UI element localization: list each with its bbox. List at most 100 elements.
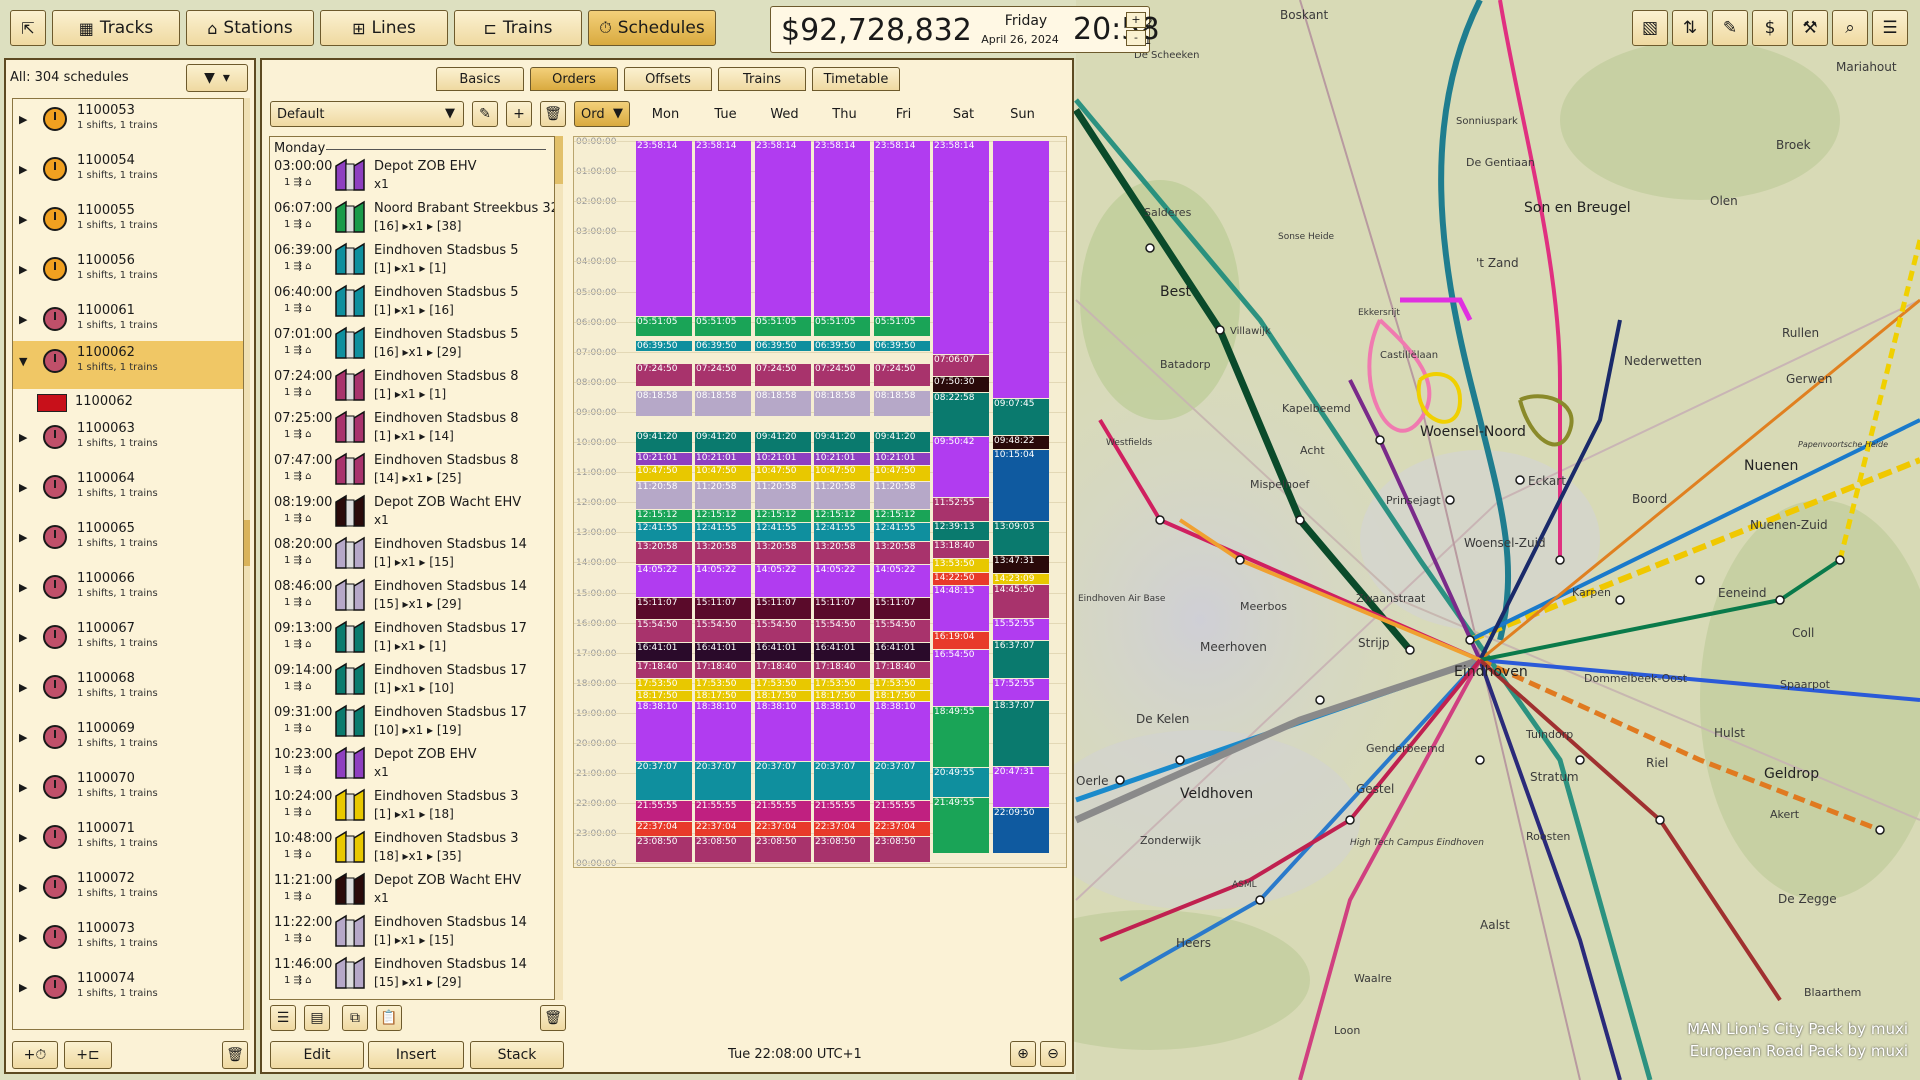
timetable-block[interactable]: 16:41:01 [695, 643, 751, 661]
timetable-block[interactable]: 08:18:58 [755, 390, 811, 416]
rename-button[interactable]: ✎ [472, 101, 498, 127]
timetable-block[interactable]: 16:19:04 [933, 632, 989, 649]
list-item[interactable]: ▶ 1100067 1 shifts, 1 trains [13, 617, 243, 665]
timetable-block[interactable]: 08:18:58 [636, 390, 692, 416]
timetable-block[interactable]: 20:37:07 [695, 761, 751, 800]
timetable-block[interactable]: 17:53:50 [874, 679, 930, 691]
order-row[interactable]: 08:20:00 1 ⇶ ⌂ Eindhoven Stadsbus 14 [1] ▸x… [270, 533, 554, 575]
timetable-block[interactable]: 13:53:50 [933, 558, 989, 573]
tab-timetable[interactable]: Timetable [812, 67, 900, 91]
timetable-block[interactable]: 21:55:55 [755, 800, 811, 821]
timetable-block[interactable]: 23:58:14 [695, 141, 751, 317]
list-item[interactable]: ▶ 1100073 1 shifts, 1 trains [13, 917, 243, 965]
timetable-block[interactable]: 22:37:04 [636, 821, 692, 837]
timetable-block[interactable]: 23:58:14 [755, 141, 811, 317]
timetable-block[interactable]: 21:55:55 [814, 800, 870, 821]
speed-up-button[interactable]: + [1126, 12, 1146, 28]
add-schedule-button[interactable]: +⏱ [12, 1041, 58, 1069]
order-row[interactable]: 08:19:00 1 ⇶ ⌂ Depot ZOB Wacht EHV x1 [270, 491, 554, 533]
timetable-block[interactable]: 08:18:58 [874, 390, 930, 416]
list-item[interactable]: ▶ 1100069 1 shifts, 1 trains [13, 717, 243, 765]
timetable-block[interactable]: 14:23:09 [993, 573, 1049, 584]
timetable-block[interactable]: 23:58:14 [636, 141, 692, 317]
search-button[interactable]: ⌕ [1832, 10, 1868, 46]
timetable-block[interactable]: 15:54:50 [755, 619, 811, 643]
insert-button[interactable]: Insert [368, 1041, 464, 1069]
order-mode-select[interactable]: Ord ▼ [574, 101, 630, 127]
timetable-block[interactable]: 15:11:07 [874, 598, 930, 619]
list-item[interactable]: ▶ 1100071 1 shifts, 1 trains [13, 817, 243, 865]
timetable-block[interactable]: 14:05:22 [695, 564, 751, 598]
timetable-block[interactable]: 06:39:50 [814, 341, 870, 351]
order-row[interactable]: 07:47:00 1 ⇶ ⌂ Eindhoven Stadsbus 8 [14] ▸x… [270, 449, 554, 491]
timetable-block[interactable]: 23:58:14 [874, 141, 930, 317]
timetable-block[interactable]: 16:54:50 [933, 649, 989, 707]
timetable-block[interactable]: 09:41:20 [814, 432, 870, 452]
stations-button[interactable]: ⌂ Stations [186, 10, 314, 46]
timetable-block[interactable]: 12:41:55 [636, 522, 692, 542]
timetable-block[interactable]: 14:45:50 [993, 584, 1049, 618]
timetable-block[interactable]: 12:41:55 [874, 522, 930, 542]
timetable-block[interactable]: 16:41:01 [874, 643, 930, 661]
timetable-block[interactable]: 10:47:50 [814, 465, 870, 482]
map-view-button[interactable]: ▧ [1632, 10, 1668, 46]
menu-button[interactable]: ☰ [1872, 10, 1908, 46]
timetable-block[interactable]: 09:41:20 [874, 432, 930, 452]
list-item[interactable]: ▶ 1100061 1 shifts, 1 trains [13, 299, 243, 347]
timetable-block[interactable]: 18:38:10 [814, 701, 870, 761]
timetable-block[interactable]: 23:08:50 [695, 837, 751, 863]
expand-icon[interactable]: ▶ [19, 681, 27, 694]
expand-icon[interactable]: ▶ [19, 213, 27, 226]
timetable-block[interactable]: 11:20:58 [874, 482, 930, 509]
tab-basics[interactable]: Basics [436, 67, 524, 91]
add-shift-button[interactable]: + [506, 101, 532, 127]
timetable-block[interactable]: 07:24:50 [636, 363, 692, 386]
timetable-block[interactable]: 12:15:12 [874, 509, 930, 522]
order-row[interactable]: 07:24:00 1 ⇶ ⌂ Eindhoven Stadsbus 8 [1] ▸x1… [270, 365, 554, 407]
timetable-block[interactable]: 09:41:20 [695, 432, 751, 452]
timetable-block[interactable]: 15:11:07 [814, 598, 870, 619]
timetable-block[interactable]: 17:53:50 [755, 679, 811, 691]
delete-schedule-button[interactable]: 🗑 [222, 1041, 248, 1069]
timetable-block[interactable] [993, 141, 1049, 398]
add-train-button[interactable]: +⊏ [64, 1041, 112, 1069]
list-item[interactable]: ▶ 1100056 1 shifts, 1 trains [13, 249, 243, 297]
timetable-block[interactable]: 14:05:22 [636, 564, 692, 598]
timetable-block[interactable]: 11:20:58 [695, 482, 751, 509]
timetable-block[interactable]: 17:18:40 [755, 661, 811, 679]
timetable-block[interactable]: 07:24:50 [755, 363, 811, 386]
ruler-button[interactable]: ✎ [1712, 10, 1748, 46]
schedule-list[interactable]: ▶ 1100053 1 shifts, 1 trains ▶ 1100054 1 shi… [12, 98, 244, 1030]
timetable-block[interactable]: 15:54:50 [695, 619, 751, 643]
trains-button[interactable]: ⊏ Trains [454, 10, 582, 46]
order-row[interactable]: 11:21:00 1 ⇶ ⌂ Depot ZOB Wacht EHV x1 [270, 869, 554, 911]
timetable-block[interactable]: 15:54:50 [874, 619, 930, 643]
order-row[interactable]: 10:23:00 1 ⇶ ⌂ Depot ZOB EHV x1 [270, 743, 554, 785]
timetable-block[interactable]: 12:41:55 [814, 522, 870, 542]
timetable-block[interactable]: 17:18:40 [636, 661, 692, 679]
expand-icon[interactable]: ▶ [19, 731, 27, 744]
timetable-block[interactable]: 13:20:58 [874, 542, 930, 564]
order-row[interactable]: 08:46:00 1 ⇶ ⌂ Eindhoven Stadsbus 14 [15] ▸… [270, 575, 554, 617]
timetable-block[interactable]: 21:49:55 [933, 797, 989, 853]
timetable-block[interactable]: 09:41:20 [636, 432, 692, 452]
timetable-block[interactable]: 08:22:58 [933, 392, 989, 436]
list-item[interactable]: ▶ 1100074 1 shifts, 1 trains [13, 967, 243, 1015]
timetable-block[interactable]: 10:47:50 [695, 465, 751, 482]
timetable-block[interactable]: 13:20:58 [755, 542, 811, 564]
orders-scrollbar[interactable] [555, 136, 563, 1000]
timetable-block[interactable]: 23:08:50 [755, 837, 811, 863]
timetable-block[interactable]: 12:15:12 [695, 509, 751, 522]
timetable-block[interactable]: 18:38:10 [636, 701, 692, 761]
timetable-block[interactable]: 18:17:50 [695, 691, 751, 701]
timetable-block[interactable]: 05:51:05 [874, 317, 930, 336]
train-list-item[interactable]: 1100062 [13, 391, 243, 413]
order-row[interactable]: 07:01:00 1 ⇶ ⌂ Eindhoven Stadsbus 5 [16] ▸x… [270, 323, 554, 365]
edit-button[interactable]: Edit [270, 1041, 364, 1069]
timetable-block[interactable]: 11:20:58 [814, 482, 870, 509]
select-tool-button[interactable]: ⇱ [10, 10, 46, 46]
timetable-block[interactable]: 07:24:50 [874, 363, 930, 386]
expand-icon[interactable]: ▶ [19, 481, 27, 494]
timetable-block[interactable]: 22:37:04 [695, 821, 751, 837]
timetable-block[interactable]: 07:24:50 [695, 363, 751, 386]
